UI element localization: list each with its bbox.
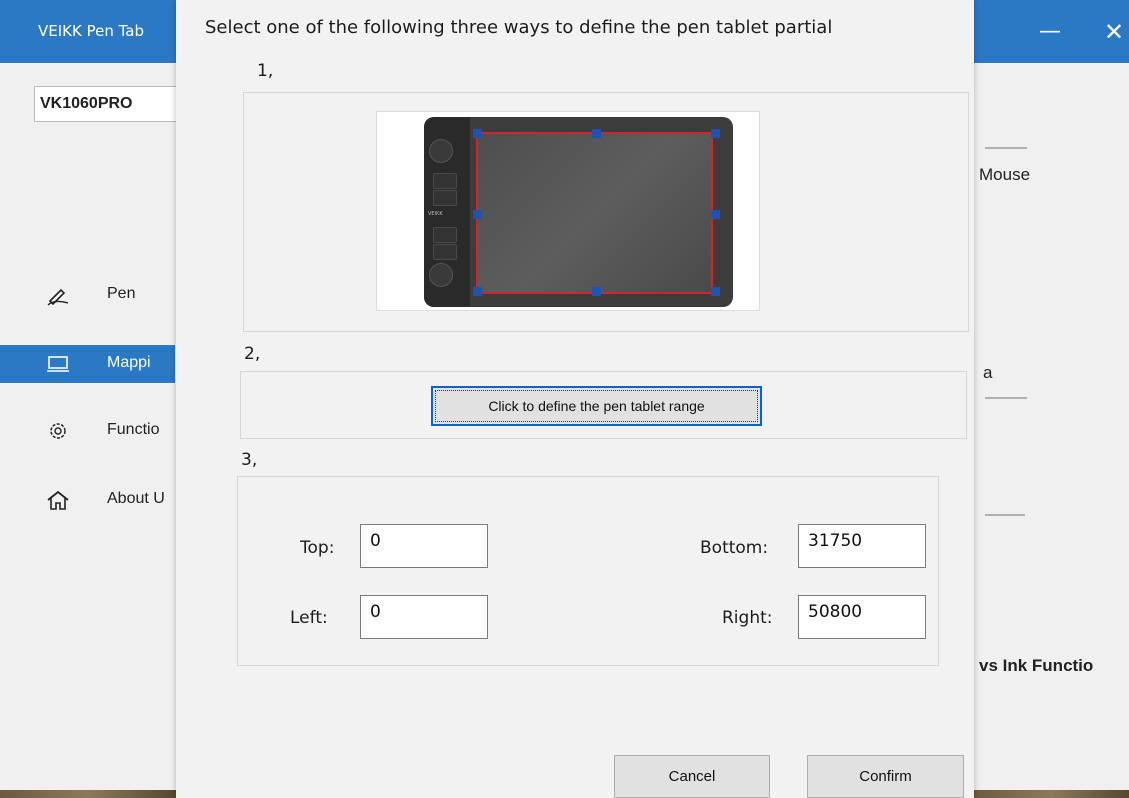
resize-handle[interactable] <box>473 287 482 296</box>
tablet-dial <box>429 139 453 163</box>
tablet-preview: VEIKK <box>376 111 760 311</box>
right-label: Right: <box>722 608 773 628</box>
windows-ink-label: vs Ink Functio <box>979 656 1094 675</box>
section-2-label: 2, <box>244 344 261 364</box>
bottom-label: Bottom: <box>700 538 769 558</box>
define-range-dialog: Select one of the following three ways t… <box>176 0 974 798</box>
divider <box>985 397 1027 399</box>
monitor-icon <box>47 356 69 372</box>
resize-handle[interactable] <box>592 129 601 138</box>
home-icon <box>47 490 69 510</box>
taskbar-strip <box>0 790 176 798</box>
tablet-key <box>433 173 457 189</box>
sidebar-item-label: Mappi <box>107 354 151 371</box>
divider <box>985 147 1027 149</box>
resize-handle[interactable] <box>711 287 720 296</box>
partial-label: a <box>983 363 993 382</box>
taskbar-strip <box>974 790 1129 798</box>
tablet-image: VEIKK <box>424 117 733 307</box>
divider <box>985 514 1025 516</box>
sidebar-item-function[interactable]: Functio <box>0 412 175 450</box>
minimize-icon[interactable]: — <box>1030 12 1070 52</box>
sidebar-item-about[interactable]: About U <box>0 481 175 519</box>
section-1-label: 1, <box>257 61 274 81</box>
resize-handle[interactable] <box>473 210 482 219</box>
define-range-button[interactable]: Click to define the pen tablet range <box>431 386 762 426</box>
top-label: Top: <box>300 538 335 558</box>
tablet-keys-strip: VEIKK <box>424 117 470 307</box>
sidebar-item-label: Pen <box>107 285 136 302</box>
pen-icon <box>47 288 69 306</box>
sidebar-item-pen[interactable]: Pen <box>0 276 175 314</box>
section-1-panel: VEIKK <box>243 92 969 332</box>
gear-icon <box>50 423 66 439</box>
resize-handle[interactable] <box>473 129 482 138</box>
bottom-input[interactable]: 31750 <box>798 524 926 568</box>
tablet-key <box>433 227 457 243</box>
mouse-mode-label: Mouse <box>979 165 1031 184</box>
tablet-dial <box>429 263 453 287</box>
resize-handle[interactable] <box>711 210 720 219</box>
app-title: VEIKK Pen Tab <box>38 22 145 40</box>
tablet-brand: VEIKK <box>428 211 443 217</box>
right-input[interactable]: 50800 <box>798 595 926 639</box>
range-selection[interactable] <box>473 129 720 296</box>
resize-handle[interactable] <box>711 129 720 138</box>
device-select[interactable]: VK1060PRO <box>34 86 184 122</box>
resize-handle[interactable] <box>592 287 601 296</box>
tablet-key <box>433 244 457 260</box>
sidebar-item-mapping[interactable]: Mappi <box>0 345 175 383</box>
sidebar-item-label: About U <box>107 490 165 507</box>
confirm-button[interactable]: Confirm <box>807 755 964 798</box>
cancel-button[interactable]: Cancel <box>614 755 770 798</box>
dialog-title: Select one of the following three ways t… <box>205 17 833 38</box>
sidebar-item-label: Functio <box>107 421 160 438</box>
section-3-label: 3, <box>241 450 258 470</box>
close-icon[interactable]: ✕ <box>1094 12 1129 52</box>
left-input[interactable]: 0 <box>360 595 488 639</box>
tablet-key <box>433 190 457 206</box>
left-label: Left: <box>290 608 328 628</box>
top-input[interactable]: 0 <box>360 524 488 568</box>
